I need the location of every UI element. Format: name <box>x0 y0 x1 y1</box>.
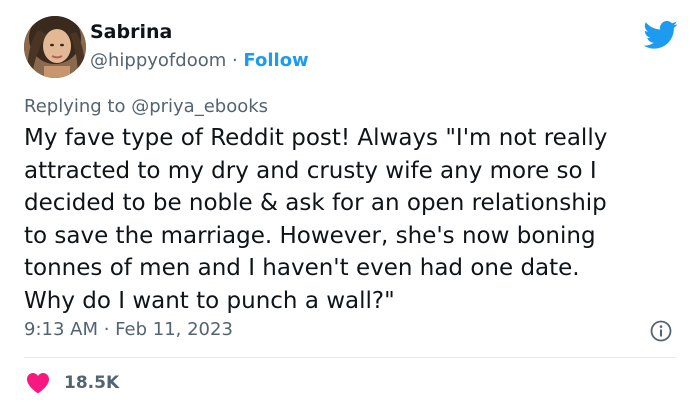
reply-handle-link[interactable]: @priya_ebooks <box>131 96 268 117</box>
twitter-bird-icon[interactable] <box>644 20 678 50</box>
tweet-text-line: My fave type of Reddit post! Always "I'm… <box>24 125 608 151</box>
handle-separator: · <box>226 50 244 71</box>
tweet-timestamp[interactable]: 9:13 AM · Feb 11, 2023 <box>24 318 233 342</box>
info-icon[interactable] <box>650 320 672 342</box>
tweet-text-line: attracted to my dry and crusty wife any … <box>24 157 597 184</box>
like-count: 18.5K <box>64 373 120 393</box>
avatar-portrait-icon <box>24 16 86 78</box>
avatar[interactable] <box>24 16 86 78</box>
reply-context: Replying to @priya_ebooks <box>24 95 268 119</box>
reply-prefix: Replying to <box>24 96 132 117</box>
tweet-text: My fave type of Reddit post! Always "I'm… <box>24 122 684 317</box>
follow-button[interactable]: Follow <box>243 50 308 71</box>
heart-icon[interactable] <box>26 372 50 394</box>
tweet-text-line: to save the marriage. However, she's now… <box>24 222 596 249</box>
author-handle[interactable]: @hippyofdoom <box>90 50 226 71</box>
author-display-name[interactable]: Sabrina <box>90 20 309 44</box>
divider <box>24 357 676 358</box>
tweet-text-line: tonnes of men and I haven't even had one… <box>24 255 580 281</box>
author-info: Sabrina @hippyofdoom · Follow <box>90 20 309 73</box>
like-action[interactable]: 18.5K <box>26 370 119 396</box>
tweet-card: Sabrina @hippyofdoom · Follow Replying t… <box>0 0 700 410</box>
tweet-text-line: decided to be noble & ask for an open re… <box>24 190 607 216</box>
author-handle-row: @hippyofdoom · Follow <box>90 49 309 73</box>
tweet-text-line: Why do I want to punch a wall?" <box>24 287 395 314</box>
